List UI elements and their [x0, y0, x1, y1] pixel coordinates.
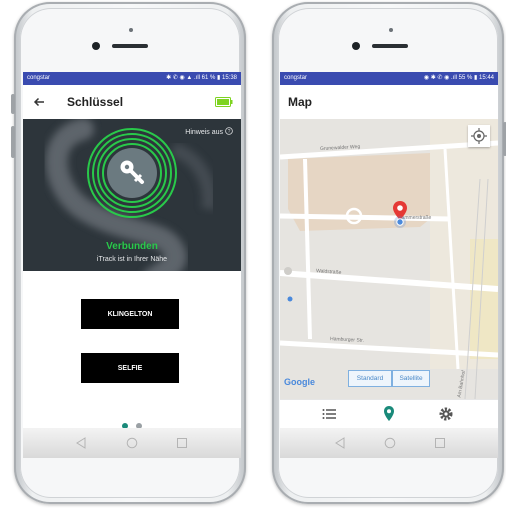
connection-status: Verbunden [106, 241, 158, 252]
bottom-tab-bar [280, 399, 498, 429]
gear-icon[interactable] [436, 405, 456, 423]
front-camera [352, 42, 360, 50]
my-location-button[interactable] [468, 125, 490, 147]
selfie-button[interactable]: SELFIE [81, 353, 179, 383]
map-type-satellite-button[interactable]: Satellite [392, 370, 430, 387]
map-view[interactable]: Grunewalder Weg Waldstraße Rammerstraße … [280, 119, 498, 399]
front-camera [92, 42, 100, 50]
battery-icon [215, 97, 233, 107]
page-title: Schlüssel [67, 95, 124, 109]
crosshair-icon [471, 128, 487, 144]
carrier-label: congstar [284, 75, 308, 81]
google-attribution: Google [284, 377, 315, 387]
hint-toggle[interactable]: Hinweis aus ? [185, 127, 233, 136]
nav-recents-icon[interactable] [176, 437, 188, 449]
svg-text:?: ? [228, 129, 231, 135]
phone-right: congstar ◉ ✱ ✆ ◉ .ıll 55 % ▮ 15:44 Map G… [272, 2, 506, 504]
phone-left: congstar ✱ ✆ ◉ ▲ .ıll 61 % ▮ 15:38 Schlü… [11, 2, 246, 504]
connection-panel: Hinweis aus ? Verbunden iTrack ist in Ih… [23, 119, 241, 271]
ringtone-button[interactable]: KLINGELTON [81, 299, 179, 329]
nav-recents-icon[interactable] [434, 437, 446, 449]
sensor [389, 28, 393, 32]
sensor [129, 28, 133, 32]
status-icons: ◉ ✱ ✆ ◉ .ıll 55 % ▮ 15:44 [423, 75, 494, 81]
map-tiles [280, 119, 498, 399]
side-button [11, 126, 15, 158]
earpiece-speaker [372, 44, 408, 48]
android-nav-bar [280, 428, 498, 458]
page-title: Map [288, 95, 312, 109]
nav-back-icon[interactable] [334, 437, 346, 449]
status-bar: congstar ✱ ✆ ◉ ▲ .ıll 61 % ▮ 15:38 [23, 72, 241, 85]
back-arrow-icon[interactable] [33, 97, 45, 107]
location-pin-icon[interactable] [379, 405, 399, 423]
current-location-icon [394, 216, 406, 228]
list-icon[interactable] [320, 405, 340, 423]
nav-back-icon[interactable] [75, 437, 87, 449]
earpiece-speaker [112, 44, 148, 48]
screen-keys: congstar ✱ ✆ ◉ ▲ .ıll 61 % ▮ 15:38 Schlü… [23, 72, 241, 458]
help-icon: ? [225, 127, 233, 135]
hint-label: Hinweis aus [185, 129, 224, 136]
status-bar: congstar ◉ ✱ ✆ ◉ .ıll 55 % ▮ 15:44 [280, 72, 498, 85]
nav-home-icon[interactable] [126, 437, 138, 449]
connection-detail: iTrack ist in Ihrer Nähe [96, 256, 168, 263]
app-bar: Schlüssel [23, 85, 241, 119]
status-icons: ✱ ✆ ◉ ▲ .ıll 61 % ▮ 15:38 [166, 75, 237, 81]
carrier-label: congstar [27, 75, 51, 81]
key-icon [120, 160, 144, 184]
app-bar: Map [280, 85, 498, 119]
map-type-standard-button[interactable]: Standard [348, 370, 392, 387]
side-button [11, 94, 15, 114]
nav-home-icon[interactable] [384, 437, 396, 449]
android-nav-bar [23, 428, 241, 458]
screen-map: congstar ◉ ✱ ✆ ◉ .ıll 55 % ▮ 15:44 Map G… [280, 72, 498, 458]
